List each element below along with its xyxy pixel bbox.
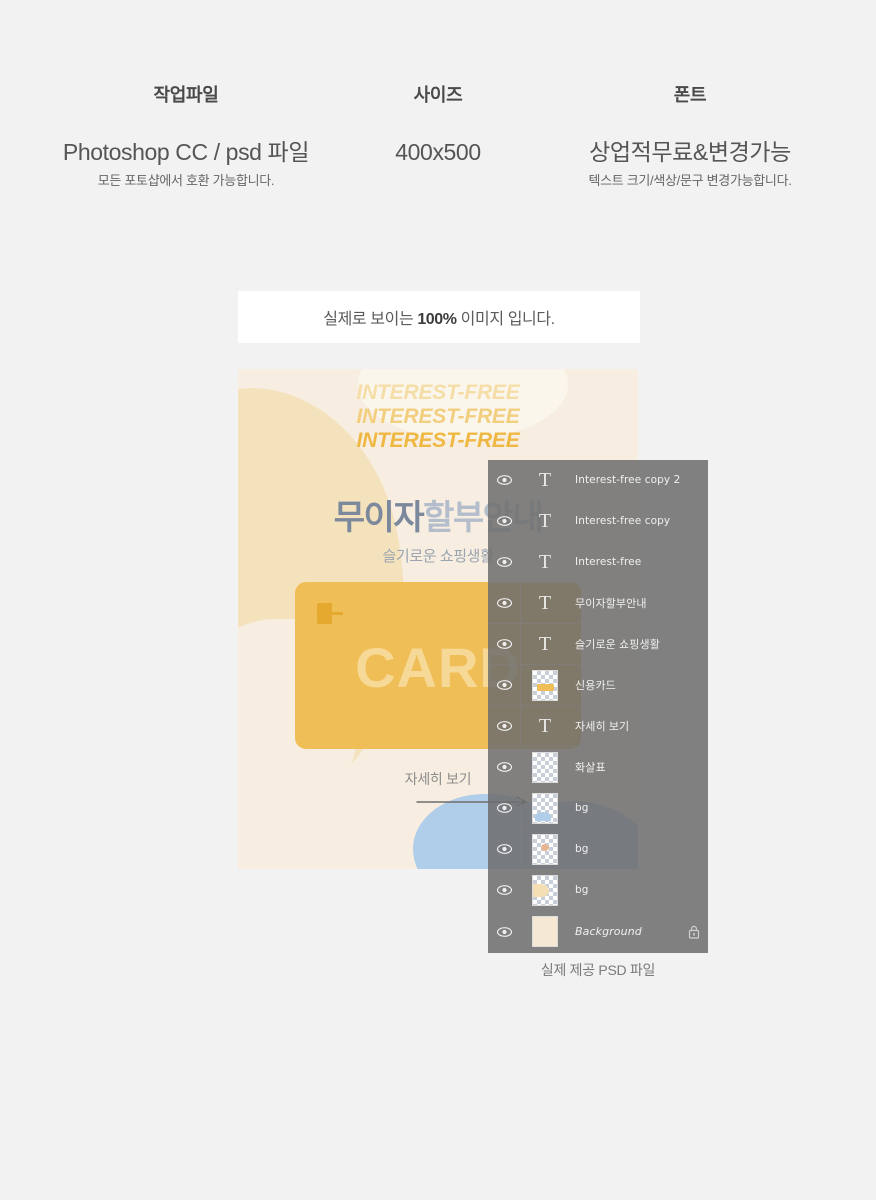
spec-main-size: 400x500 xyxy=(395,139,481,165)
layer-name-label: bg xyxy=(575,884,589,896)
layer-visibility-eye-icon[interactable] xyxy=(488,501,521,541)
layer-visibility-eye-icon[interactable] xyxy=(488,747,521,787)
layer-name-label: 자세히 보기 xyxy=(575,721,630,733)
layer-row[interactable]: T 무이자할부안내 xyxy=(488,583,708,624)
layer-visibility-eye-icon[interactable] xyxy=(488,911,521,952)
banner-highlight: 100% xyxy=(417,311,457,328)
layer-name-label: Interest-free xyxy=(575,556,642,568)
layer-visibility-eye-icon[interactable] xyxy=(488,706,521,746)
banner-suffix: 이미지 입니다. xyxy=(456,311,555,328)
spec-main-workfile: Photoshop CC / psd 파일 xyxy=(62,139,310,165)
interest-free-line-2: INTEREST-FREE xyxy=(356,405,520,428)
spec-main-font: 상업적무료&변경가능 xyxy=(589,139,791,165)
headline-dark-part: 무이자 xyxy=(333,499,425,537)
photoshop-layers-panel[interactable]: T Interest-free copy 2 T Interest-free copy… xyxy=(488,460,708,953)
spec-title-font: 폰트 xyxy=(673,85,707,105)
actual-size-banner: 실제로 보이는 100% 이미지 입니다. xyxy=(238,291,640,343)
layer-visibility-eye-icon[interactable] xyxy=(488,583,521,623)
layer-visibility-eye-icon[interactable] xyxy=(488,665,521,705)
layer-row[interactable]: Background xyxy=(488,911,708,952)
layer-type-text-icon: T xyxy=(538,551,552,573)
layer-visibility-eye-icon[interactable] xyxy=(488,829,521,869)
spec-column-font: 폰트 상업적무료&변경가능 텍스트 크기/색상/문구 변경가능합니다. xyxy=(504,84,876,189)
layer-visibility-eye-icon[interactable] xyxy=(488,542,521,582)
layer-thumbnail xyxy=(521,669,569,701)
layer-row[interactable]: T Interest-free copy xyxy=(488,501,708,542)
spec-column-size: 사이즈 400x500 xyxy=(372,84,504,189)
spec-row: 작업파일 Photoshop CC / psd 파일 모든 포토샵에서 호환 가… xyxy=(0,84,876,189)
layer-visibility-eye-icon[interactable] xyxy=(488,624,521,664)
spec-title-size: 사이즈 xyxy=(413,85,463,105)
layer-row[interactable]: bg xyxy=(488,788,708,829)
layer-name-label: Interest-free copy 2 xyxy=(575,474,680,486)
layer-name-label: Interest-free copy xyxy=(575,515,671,527)
layer-thumbnail xyxy=(521,874,569,906)
layer-thumbnail xyxy=(521,792,569,824)
layer-row[interactable]: T Interest-free xyxy=(488,542,708,583)
layer-row[interactable]: bg xyxy=(488,829,708,870)
interest-free-stack: INTEREST-FREE INTEREST-FREE INTEREST-FRE… xyxy=(238,381,638,453)
layer-row[interactable]: T 슬기로운 쇼핑생활 xyxy=(488,624,708,665)
layer-row[interactable]: T 자세히 보기 xyxy=(488,706,708,747)
psd-file-caption: 실제 제공 PSD 파일 xyxy=(540,962,656,978)
layer-name-label: Background xyxy=(575,925,642,938)
layer-name-label: bg xyxy=(575,802,589,814)
layer-name-label: 무이자할부안내 xyxy=(575,598,647,610)
spec-column-workfile: 작업파일 Photoshop CC / psd 파일 모든 포토샵에서 호환 가… xyxy=(0,84,372,189)
layer-thumbnail xyxy=(521,833,569,865)
layer-lock-icon[interactable] xyxy=(680,925,708,939)
layer-name-label: 화살표 xyxy=(575,762,606,774)
layer-name-label: 슬기로운 쇼핑생활 xyxy=(575,639,660,651)
interest-free-line-3: INTEREST-FREE xyxy=(356,429,520,452)
layer-name-label: bg xyxy=(575,843,589,855)
layer-visibility-eye-icon[interactable] xyxy=(488,870,521,910)
layer-row[interactable]: 신용카드 xyxy=(488,665,708,706)
layer-row[interactable]: bg xyxy=(488,870,708,911)
layer-type-text-icon: T xyxy=(538,633,552,655)
layer-name-label: 신용카드 xyxy=(575,680,616,692)
spec-title-workfile: 작업파일 xyxy=(153,85,219,105)
spec-sub-workfile: 모든 포토샵에서 호환 가능합니다. xyxy=(97,173,275,188)
spec-sub-font: 텍스트 크기/색상/문구 변경가능합니다. xyxy=(588,173,792,188)
layer-visibility-eye-icon[interactable] xyxy=(488,788,521,828)
layer-type-text-icon: T xyxy=(538,592,552,614)
layer-thumbnail xyxy=(521,916,569,947)
layer-type-text-icon: T xyxy=(538,510,552,532)
layer-type-text-icon: T xyxy=(538,469,552,491)
layer-row[interactable]: 화살표 xyxy=(488,747,708,788)
layer-type-text-icon: T xyxy=(538,715,552,737)
layer-visibility-eye-icon[interactable] xyxy=(488,460,521,500)
card-chip-icon xyxy=(317,603,343,624)
layer-thumbnail xyxy=(521,751,569,783)
interest-free-line-1: INTEREST-FREE xyxy=(356,381,520,404)
banner-prefix: 실제로 보이는 xyxy=(323,311,418,328)
layer-row[interactable]: T Interest-free copy 2 xyxy=(488,460,708,501)
actual-size-banner-text: 실제로 보이는 100% 이미지 입니다. xyxy=(323,305,555,329)
